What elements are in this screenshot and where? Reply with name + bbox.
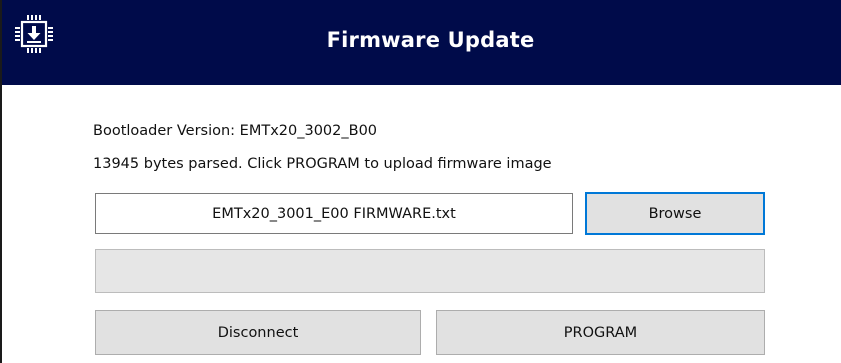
browse-button[interactable]: Browse	[585, 192, 765, 235]
title-bar: Firmware Update	[2, 0, 841, 85]
status-message: 13945 bytes parsed. Click PROGRAM to upl…	[93, 156, 552, 172]
firmware-file-field[interactable]: EMTx20_3001_E00 FIRMWARE.txt	[95, 193, 573, 234]
program-button[interactable]: PROGRAM	[436, 310, 765, 355]
window-title: Firmware Update	[326, 28, 535, 52]
disconnect-button[interactable]: Disconnect	[95, 310, 421, 355]
upload-progress-bar	[95, 249, 765, 293]
firmware-update-window: Firmware Update Bootloader Version: EMTx…	[0, 0, 841, 363]
bootloader-version-label: Bootloader Version: EMTx20_3002_B00	[93, 123, 378, 139]
